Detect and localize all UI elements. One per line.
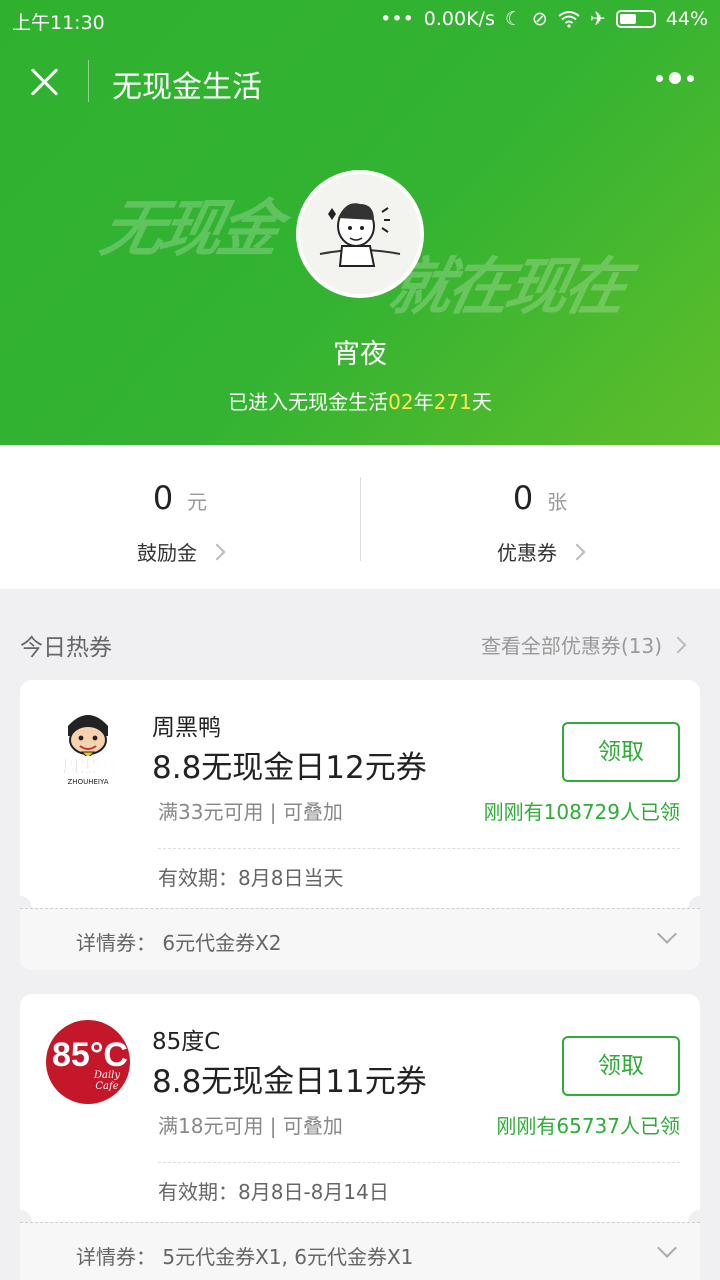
chevron-right-icon [669,636,687,654]
logo-85c-subtext: Daily Cafe [93,1070,121,1092]
claimed-count: 刚刚有108729人已领 [483,800,680,824]
wifi-icon [558,11,580,28]
moon-icon: ☾ [504,8,522,30]
years-unit: 年 [413,390,434,414]
coupon-title: 8.8无现金日11元券 [152,1064,427,1100]
brand-logo-zhouheiya: 周黑鸭 ZHOUHEIYA [46,706,130,790]
coupon-label: 优惠券 [497,541,557,565]
status-time: 上午11:30 [12,12,105,34]
svg-text:ZHOUHEIYA: ZHOUHEIYA [68,778,109,786]
page-title: 无现金生活 [112,70,262,105]
reward-stat[interactable]: 0元 鼓励金 [0,445,360,589]
coupon-card[interactable]: 85°C Daily Cafe 85度C 8.8无现金日11元券 满18元可用 … [20,994,700,1280]
section-title: 今日热券 [20,635,112,661]
avatar[interactable] [296,170,424,298]
coupon-label-row: 优惠券 [360,537,720,566]
coupon-detail: 详情券： 5元代金券X1, 6元代金券X1 [76,1245,414,1269]
years-value: 02 [388,390,414,414]
claimed-count: 刚刚有65737人已领 [496,1114,680,1138]
hero-banner: 上午11:30 ••• 0.00K/s ☾ ⊘ ✈ 44% 无现金生活 无现金 … [0,0,720,445]
days-prefix: 已进入无现金生活 [228,390,389,414]
brand-logo-85c: 85°C Daily Cafe [46,1020,130,1104]
reward-unit: 元 [187,490,208,514]
battery-percent: 44% [665,8,708,30]
brand-name: 周黑鸭 [152,715,221,741]
close-icon[interactable] [24,62,64,102]
reward-amount: 0元 [0,479,360,517]
chevron-down-icon[interactable] [657,924,677,944]
calligraphy-left: 无现金 [95,192,285,265]
claim-button[interactable]: 领取 [562,1036,680,1096]
nav-divider [88,60,89,102]
brand-name: 85度C [152,1029,221,1055]
view-all-label: 查看全部优惠券(13) [480,634,662,658]
reward-label: 鼓励金 [137,541,197,565]
coupon-count: 0张 [360,479,720,517]
cashless-days: 已进入无现金生活02年271天 [0,386,720,415]
status-icons: ••• 0.00K/s ☾ ⊘ ✈ 44% [380,8,708,30]
airplane-icon: ✈ [589,8,606,30]
svg-text:周黑鸭: 周黑鸭 [63,756,114,777]
chevron-right-icon [208,543,226,561]
card-divider [158,1162,680,1163]
stats-panel: 0元 鼓励金 0张 优惠券 [0,445,720,589]
coupon-detail-row[interactable]: 详情券： 6元代金券X2 [20,908,700,970]
reward-value: 0 [152,479,174,517]
coupon-stat[interactable]: 0张 优惠券 [360,445,720,589]
days-unit: 天 [471,390,492,414]
coupon-detail: 详情券： 6元代金券X2 [76,931,282,955]
claim-button[interactable]: 领取 [562,722,680,782]
more-dots-icon: ••• [380,8,414,30]
coupon-unit: 张 [547,490,568,514]
battery-icon [615,10,656,28]
username: 宵夜 [333,339,387,370]
nav-bar: 无现金生活 [0,44,720,120]
coupon-condition: 满33元可用 | 可叠加 [158,800,343,824]
card-divider [158,848,680,849]
chevron-down-icon[interactable] [657,1238,677,1258]
chevron-right-icon [568,543,586,561]
validity-period: 有效期：8月8日当天 [158,866,344,890]
validity-period: 有效期：8月8日-8月14日 [158,1180,389,1204]
status-bar: 上午11:30 ••• 0.00K/s ☾ ⊘ ✈ 44% [0,0,720,40]
coupon-detail-row[interactable]: 详情券： 5元代金券X1, 6元代金券X1 [20,1222,700,1280]
reward-label-row: 鼓励金 [0,537,360,566]
coupon-condition: 满18元可用 | 可叠加 [158,1114,343,1138]
network-speed: 0.00K/s [423,8,495,30]
coupon-value: 0 [512,479,534,517]
view-all-coupons-link[interactable]: 查看全部优惠券(13) [480,630,687,659]
coupon-card[interactable]: 周黑鸭 ZHOUHEIYA 周黑鸭 8.8无现金日12元券 满33元可用 | 可… [20,680,700,970]
days-value: 271 [433,390,472,414]
coupon-title: 8.8无现金日12元券 [152,750,427,786]
link-icon: ⊘ [531,8,548,30]
more-menu-icon[interactable] [656,72,694,84]
